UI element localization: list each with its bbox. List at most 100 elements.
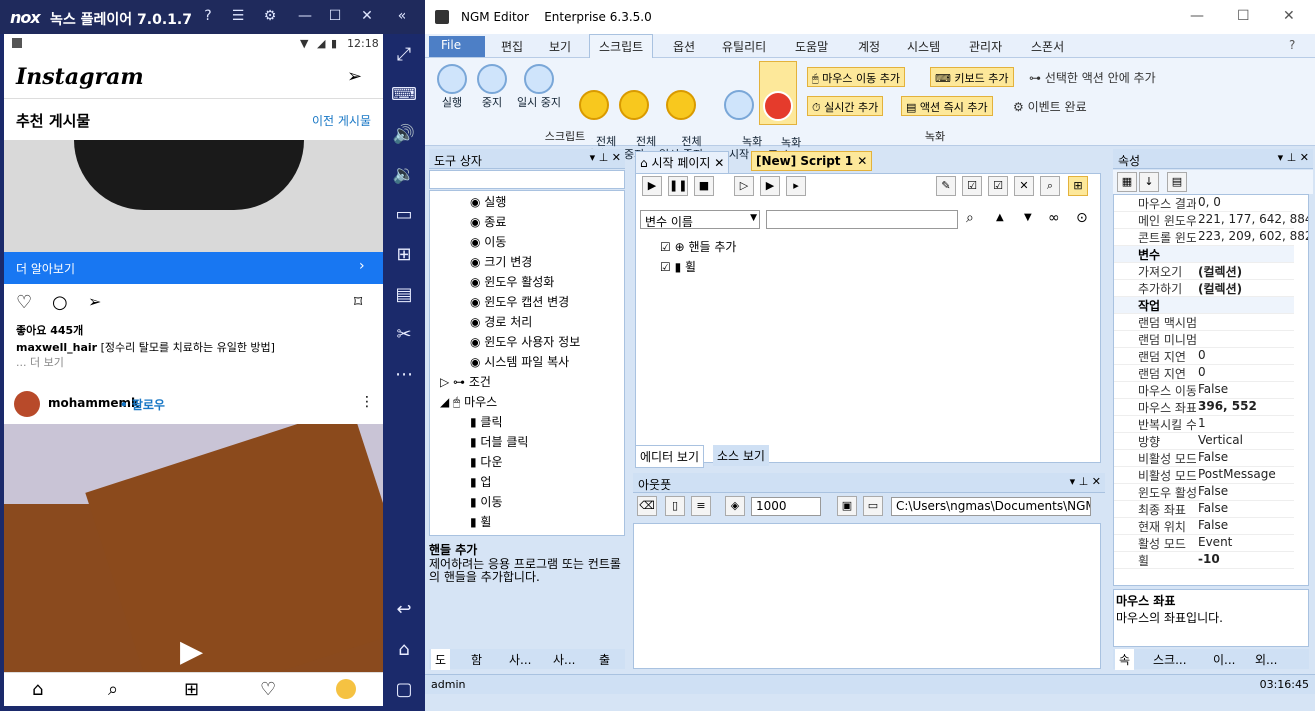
variable-value-input[interactable] bbox=[766, 210, 958, 229]
more-link[interactable]: ... 더 보기 bbox=[16, 354, 64, 370]
previous-posts-link[interactable]: 이전 게시물 bbox=[312, 112, 371, 129]
toolbox-item[interactable]: ▮ 다운 bbox=[470, 453, 503, 470]
add-mouse-move-button[interactable]: 🖱 마우스 이동 추가 bbox=[807, 67, 905, 87]
toolbox-item[interactable]: ◉ 크기 변경 bbox=[470, 253, 532, 270]
property-row[interactable]: 랜덤 지연 0 bbox=[1114, 365, 1294, 382]
property-row[interactable]: 랜덤 미니멈 bbox=[1114, 331, 1294, 348]
search-icon[interactable]: ⌕ bbox=[108, 679, 118, 700]
toolbox-item[interactable]: ▷ ⊶ 조건 bbox=[440, 373, 491, 390]
caption-user[interactable]: maxwell_hair bbox=[16, 341, 97, 354]
toolbox-item[interactable]: ▮ 이동 bbox=[470, 493, 503, 510]
checkbox-icon[interactable]: ☑ bbox=[660, 260, 671, 274]
arrow-up-icon[interactable]: ▲ bbox=[996, 212, 1004, 223]
play-icon[interactable]: ▶ bbox=[642, 176, 662, 196]
toolbox-item[interactable]: ◉ 윈도우 활성화 bbox=[470, 273, 554, 290]
tab-source-view[interactable]: 소스 보기 bbox=[713, 445, 769, 466]
property-row[interactable]: 콘트롤 윈도우223, 209, 602, 882 bbox=[1114, 229, 1308, 246]
property-row[interactable]: 윈도우 활성 False bbox=[1114, 484, 1294, 501]
close-icon[interactable]: ▾ ⊥ ✕ bbox=[1278, 151, 1309, 164]
back-icon[interactable]: ↩ bbox=[383, 589, 425, 629]
maximize-icon[interactable]: ☐ bbox=[1237, 8, 1250, 24]
output-path-input[interactable]: C:\Users\ngmas\Documents\NGM6\ bbox=[891, 497, 1091, 516]
tree-view-icon[interactable]: ⊞ bbox=[1068, 176, 1088, 196]
toolbox-item[interactable]: ◉ 종료 bbox=[470, 213, 506, 230]
collapse-sidebar-icon[interactable]: « bbox=[392, 8, 412, 26]
property-pages-icon[interactable]: ▤ bbox=[1167, 172, 1187, 192]
tab-user-2[interactable]: 사... bbox=[549, 649, 579, 670]
variable-select[interactable]: 변수 이름 ▼ bbox=[640, 210, 760, 229]
comment-icon[interactable]: ○ bbox=[52, 292, 68, 313]
close-icon[interactable]: ✕ bbox=[357, 8, 377, 26]
check-icon[interactable]: ☑ bbox=[962, 176, 982, 196]
property-row[interactable]: 마우스 좌표 396, 552 bbox=[1114, 399, 1294, 416]
tab-output[interactable]: 출 bbox=[595, 649, 614, 670]
post-image-2[interactable]: ▶ bbox=[4, 424, 383, 674]
check-all-icon[interactable]: ☑ bbox=[988, 176, 1008, 196]
menu-edit[interactable]: 편집 bbox=[501, 38, 523, 55]
property-row[interactable]: 최종 좌표 False bbox=[1114, 501, 1294, 518]
search-icon[interactable]: ⌕ bbox=[966, 210, 974, 226]
toolbox-search-input[interactable] bbox=[429, 170, 625, 189]
menu-script[interactable]: 스크립트 bbox=[589, 34, 654, 58]
property-row[interactable]: 가져오기 (컬렉션) bbox=[1114, 263, 1294, 280]
eraser-icon[interactable]: ◈ bbox=[725, 496, 745, 516]
home-icon[interactable]: ⌂ bbox=[32, 679, 43, 700]
minimize-icon[interactable]: — bbox=[1190, 8, 1204, 24]
delete-icon[interactable]: ✕ bbox=[1014, 176, 1034, 196]
minimize-icon[interactable]: — bbox=[295, 8, 315, 26]
property-row[interactable]: 휠 -10 bbox=[1114, 552, 1294, 569]
toolbox-item[interactable]: ◉ 경로 처리 bbox=[470, 313, 532, 330]
property-row[interactable]: 마우스 이동 False bbox=[1114, 382, 1294, 399]
add-post-icon[interactable]: ⊞ bbox=[184, 679, 199, 700]
toolbox-item[interactable]: ▮ 업 bbox=[470, 473, 491, 490]
line-count-input[interactable]: 1000 bbox=[751, 497, 821, 516]
help-icon[interactable]: ? bbox=[198, 8, 218, 26]
tab-toolbox[interactable]: 도 bbox=[431, 649, 451, 670]
save-icon[interactable]: ▣ bbox=[837, 496, 857, 516]
property-row[interactable]: 비활성 모드 False bbox=[1114, 450, 1294, 467]
menu-utility[interactable]: 유틸리티 bbox=[722, 38, 766, 55]
infinity-icon[interactable]: ∞ bbox=[1048, 210, 1060, 226]
direct-message-icon[interactable]: ➢ bbox=[347, 66, 362, 87]
close-icon[interactable]: ▾ ⊥ ✕ bbox=[590, 151, 621, 164]
tab-image[interactable]: 이... bbox=[1209, 649, 1239, 670]
tab-script[interactable]: 스크... bbox=[1149, 649, 1191, 670]
property-row[interactable]: 메인 윈도우 221, 177, 642, 884 bbox=[1114, 212, 1308, 229]
run-button[interactable]: 실행 bbox=[433, 64, 471, 109]
file-icon[interactable]: ▯ bbox=[665, 496, 685, 516]
menu-view[interactable]: 보기 bbox=[549, 38, 571, 55]
property-row[interactable]: 방향 Vertical bbox=[1114, 433, 1294, 450]
tab-start-page[interactable]: ⌂ 시작 페이지 ✕ bbox=[635, 151, 730, 174]
toolbox-item[interactable]: ◢ 🖱 마우스 bbox=[440, 393, 497, 410]
pause-icon[interactable]: ❚❚ bbox=[668, 176, 688, 196]
toolbox-item[interactable]: ◉ 실행 bbox=[470, 193, 506, 210]
menu-file[interactable]: File bbox=[429, 36, 485, 57]
help-icon[interactable]: ? bbox=[1289, 38, 1295, 52]
property-row[interactable]: 랜덤 지연 0 bbox=[1114, 348, 1294, 365]
pause-button[interactable]: 일시 중지 bbox=[511, 64, 567, 109]
menu-icon[interactable]: ☰ bbox=[228, 8, 248, 26]
maximize-icon[interactable]: ☐ bbox=[325, 8, 345, 26]
tab-functions[interactable]: 함 bbox=[467, 649, 486, 670]
script-line[interactable]: ☑ ⊕ 핸들 추가 bbox=[660, 238, 736, 255]
toolbox-item[interactable]: ▮ 클릭 bbox=[470, 413, 503, 430]
property-section[interactable]: 변수 bbox=[1114, 246, 1294, 263]
add-action-now-button[interactable]: ▤ 액션 즉시 추가 bbox=[901, 96, 993, 116]
gear-icon[interactable]: ⚙ bbox=[260, 8, 280, 26]
property-row[interactable]: 비활성 모드 PostMessage bbox=[1114, 467, 1294, 484]
close-icon[interactable]: ✕ bbox=[1283, 8, 1295, 24]
home-nav-icon[interactable]: ⌂ bbox=[383, 629, 425, 669]
more-icon[interactable]: ⋯ bbox=[383, 354, 425, 394]
bookmark-icon[interactable]: ⌑ bbox=[354, 292, 362, 311]
toolbox-item[interactable]: ▮ 더블 클릭 bbox=[470, 433, 528, 450]
keyboard-icon[interactable]: ⌨ bbox=[383, 74, 425, 114]
property-section[interactable]: 작업 bbox=[1114, 297, 1294, 314]
arrow-down-icon[interactable]: ▼ bbox=[1024, 212, 1032, 223]
menu-help[interactable]: 도움말 bbox=[795, 38, 828, 55]
categorized-icon[interactable]: ▦ bbox=[1117, 172, 1137, 192]
add-keyboard-button[interactable]: ⌨ 키보드 추가 bbox=[930, 67, 1014, 87]
close-icon[interactable]: ▾ ⊥ ✕ bbox=[1070, 475, 1101, 488]
find-icon[interactable]: ⌕ bbox=[1040, 176, 1060, 196]
volume-up-icon[interactable]: 🔊 bbox=[383, 114, 425, 154]
toolbox-item[interactable]: ◉ 윈도우 캡션 변경 bbox=[470, 293, 569, 310]
